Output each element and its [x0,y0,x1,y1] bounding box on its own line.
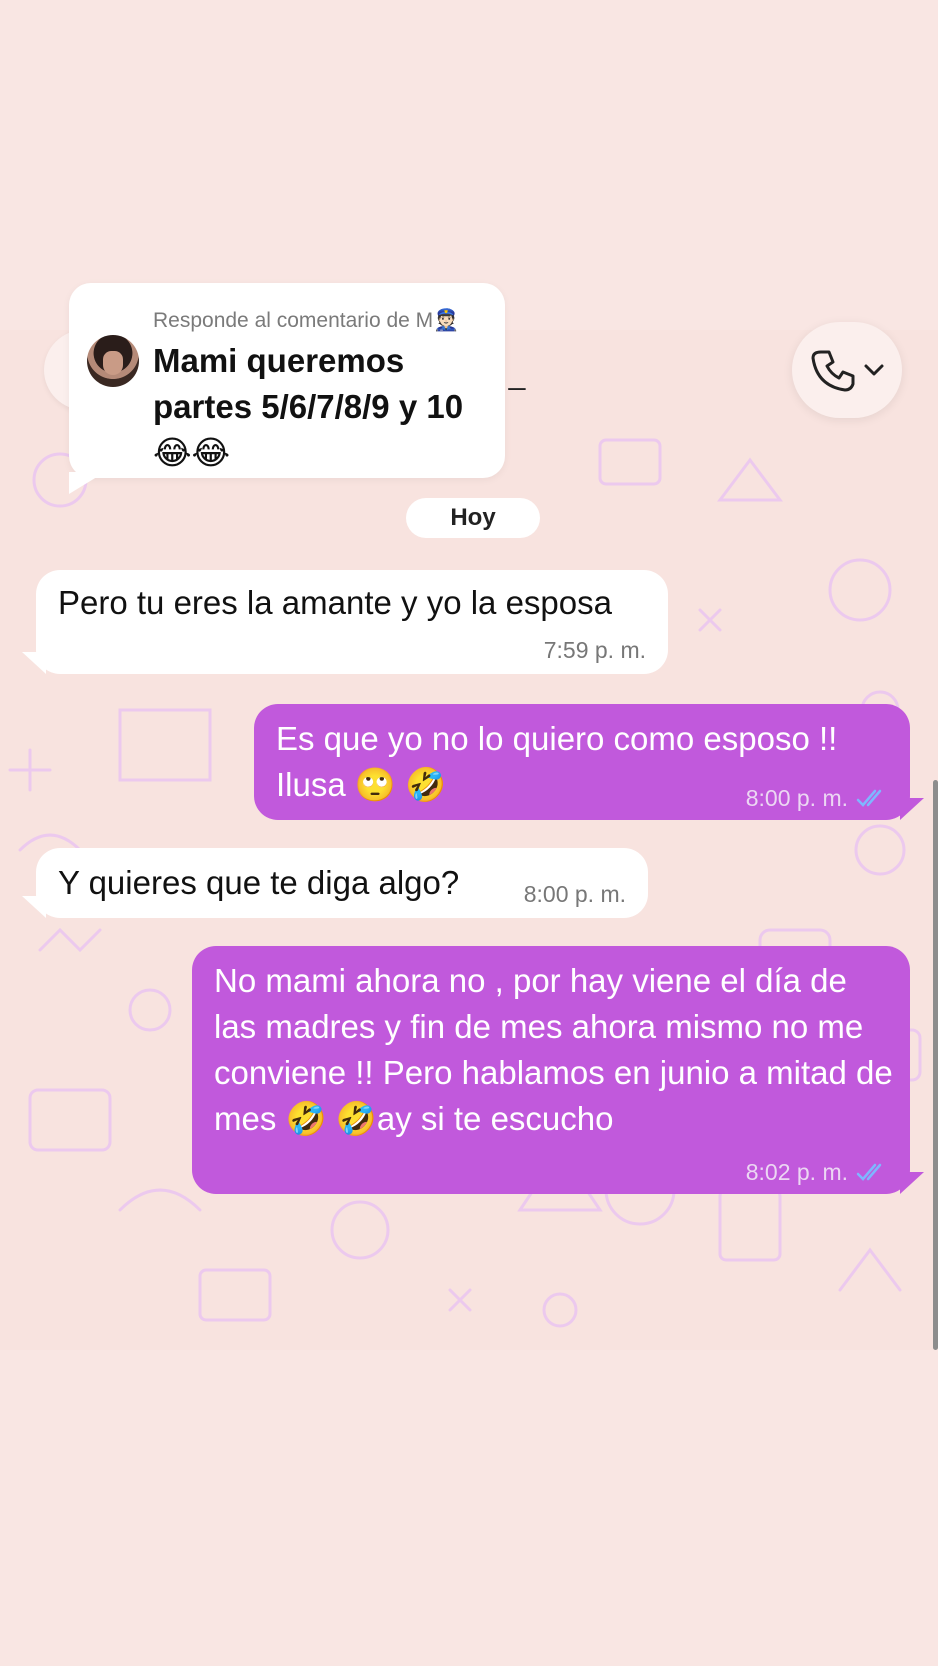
reply-caption: Responde al comentario de M👮🏻 [153,309,460,332]
message-time: 8:02 p. m. [745,1159,848,1185]
phone-icon [811,350,855,392]
message-bubble-incoming[interactable]: Pero tu eres la amante y yo la esposa 7:… [36,570,668,674]
double-check-icon [856,789,882,807]
reply-comment-text: Mami queremos partes 5/6/7/8/9 y 10 😂😂 [153,342,464,471]
date-separator: Hoy [406,498,540,538]
call-button[interactable] [792,322,902,418]
doodle-pattern [8,438,922,1328]
bubble-tail [22,896,46,918]
scrollbar[interactable] [933,780,938,1350]
message-time: 8:00 p. m. [745,785,848,811]
bubble-tail [22,652,46,674]
message-text: Y quieres que te diga algo? [58,864,460,901]
message-text: No mami ahora no , por hay viene el día … [214,962,893,1137]
message-text: Pero tu eres la amante y yo la esposa [58,584,612,621]
bubble-tail [900,1172,924,1194]
avatar [87,335,139,387]
message-time: 7:59 p. m. [543,637,646,663]
message-bubble-outgoing[interactable]: No mami ahora no , por hay viene el día … [192,946,910,1194]
message-bubble-incoming[interactable]: Y quieres que te diga algo? 8:00 p. m. [36,848,648,918]
message-bubble-outgoing[interactable]: Es que yo no lo quiero como esposo !! Il… [254,704,910,820]
bubble-tail [900,798,924,820]
double-check-icon [856,1163,882,1181]
chat-wallpaper [0,330,938,1350]
chevron-down-icon [864,364,884,376]
reply-card-tail [69,472,105,494]
message-time: 8:00 p. m. [523,881,626,907]
